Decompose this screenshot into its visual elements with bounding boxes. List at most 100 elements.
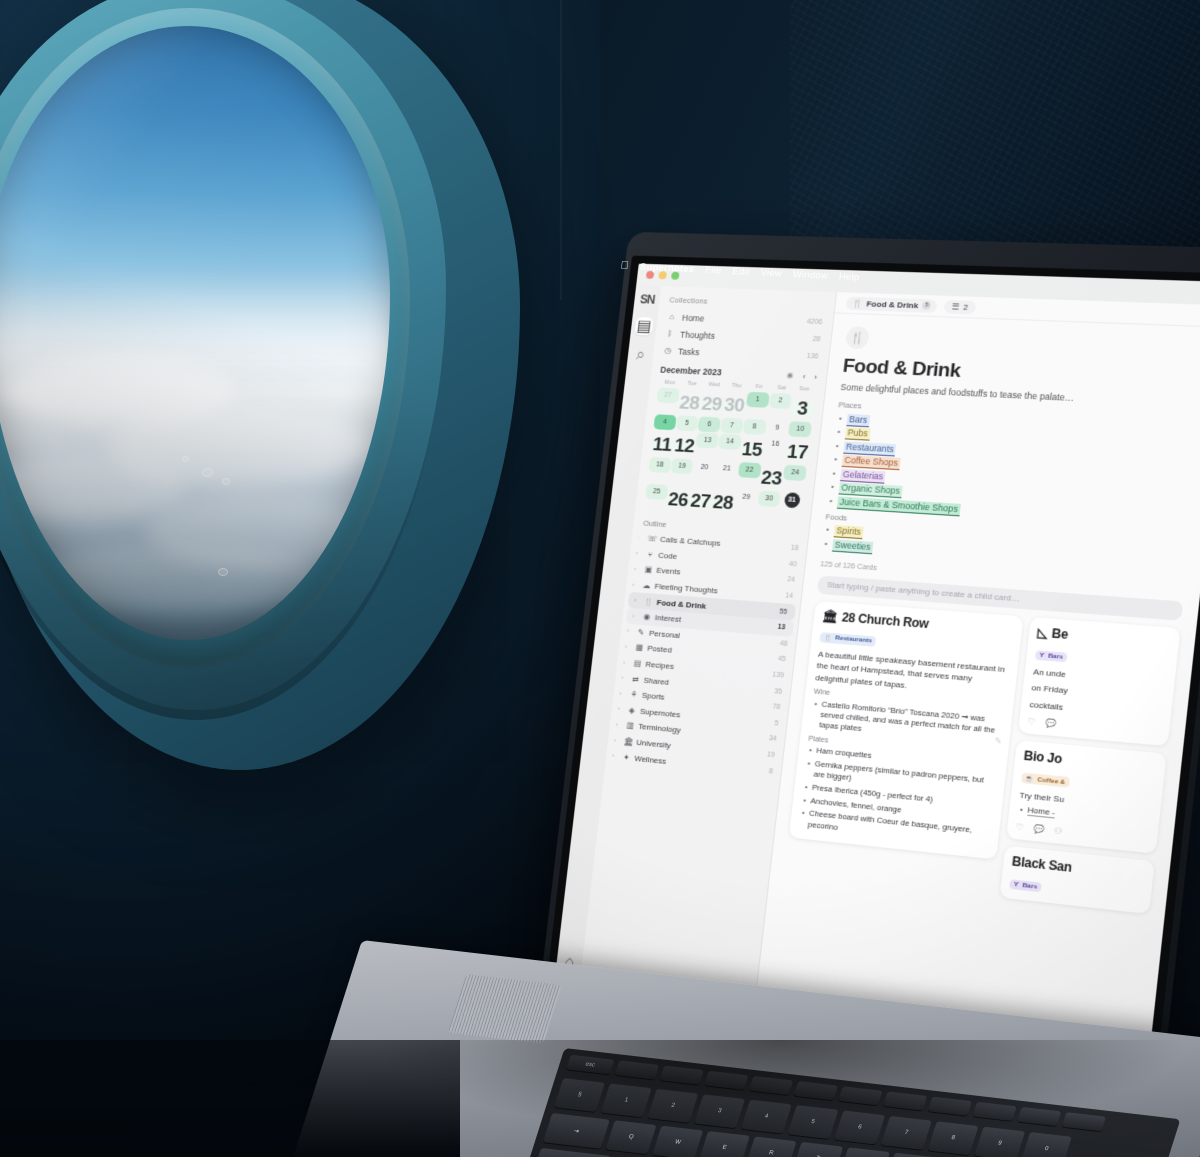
calendar-day-27[interactable]: 27 [688, 490, 712, 512]
calendar-day-17[interactable]: 17 [785, 441, 810, 463]
calendar-day-15[interactable]: 15 [740, 438, 764, 461]
link-sweeties[interactable]: Sweeties [831, 538, 874, 554]
menu-item-supernotes[interactable]: Supernotes [639, 261, 695, 275]
calendar-day-11[interactable]: 11 [650, 434, 674, 456]
calendar-day-19[interactable]: 19 [670, 458, 694, 475]
chevron-right-icon[interactable]: › [619, 690, 626, 697]
chevron-right-icon[interactable]: › [632, 613, 639, 619]
calendar-day-25[interactable]: 25 [645, 483, 669, 500]
calendar-day-30[interactable]: 30 [722, 394, 746, 416]
tag-label: Bars [1047, 651, 1064, 661]
chevron-right-icon[interactable]: › [634, 566, 641, 572]
tag-icon: Ƴ [1013, 880, 1020, 889]
supernotes-logo[interactable]: SN [639, 292, 655, 306]
calendar-day-18[interactable]: 18 [648, 456, 672, 474]
calendar-day-6[interactable]: 6 [697, 416, 721, 433]
chevron-right-icon[interactable]: › [617, 706, 624, 713]
chevron-right-icon[interactable]: › [612, 753, 619, 760]
card-tag[interactable]: Ƴ Bars [1009, 878, 1043, 892]
calendar-day-23[interactable]: 23 [759, 467, 784, 489]
chevron-right-icon[interactable]: › [616, 722, 623, 729]
calendar-day-22[interactable]: 22 [737, 462, 762, 479]
calendar-day-28[interactable]: 28 [711, 491, 735, 514]
calendar-day-5[interactable]: 5 [675, 415, 699, 432]
like-icon[interactable]: ♡ [1016, 822, 1025, 832]
calendar-day-26[interactable]: 26 [666, 489, 690, 511]
breadcrumb[interactable]: 🍴 Food & Drink 5 [845, 296, 938, 313]
calendar-day-30[interactable]: 30 [757, 490, 781, 508]
link-coffee-shops[interactable]: Coffee Shops [841, 454, 901, 471]
calendar-day-14[interactable]: 14 [718, 433, 742, 450]
calendar-prev-button[interactable]: ‹ [802, 372, 806, 381]
link-pubs[interactable]: Pubs [844, 427, 871, 441]
calendar-day-13[interactable]: 13 [695, 432, 720, 449]
calendar: December 2023 ☀ ‹ › Mon Tue Wed Thu Fri Sat Su… [635, 358, 828, 523]
calendar-day-10[interactable]: 10 [788, 421, 812, 438]
calendar-nav: ☀ ‹ › [786, 371, 818, 381]
card-tag[interactable]: Ƴ Bars [1034, 649, 1068, 662]
chevron-right-icon[interactable]: › [623, 659, 630, 665]
calendar-day-1[interactable]: 1 [745, 391, 770, 408]
calendar-day-29[interactable]: 29 [735, 489, 758, 505]
comment-icon[interactable]: 💬 [1045, 718, 1057, 728]
calendar-day-29[interactable]: 29 [700, 393, 724, 415]
calendar-day-28[interactable]: 28 [677, 392, 701, 414]
chevron-right-icon[interactable]: › [634, 597, 641, 603]
edit-pencil-icon[interactable]: ✎ [994, 736, 1002, 746]
calendar-day-9[interactable]: 9 [765, 420, 789, 436]
composer-placeholder: Start typing / paste anything to create … [826, 580, 1021, 604]
calendar-day-27[interactable]: 27 [656, 387, 680, 404]
outline-item-count: 19 [766, 751, 775, 760]
calendar-day-31[interactable]: 31 [783, 492, 801, 509]
calendar-day-12[interactable]: 12 [672, 435, 696, 457]
chevron-right-icon[interactable]: › [621, 675, 628, 682]
link-restaurants[interactable]: Restaurants [843, 440, 897, 456]
comment-icon[interactable]: 💬 [1033, 824, 1045, 835]
chevron-right-icon[interactable]: › [632, 582, 639, 588]
card[interactable]: ◺ Be Ƴ Bars An unde on Friday cocktails ♡ 💬 [1017, 616, 1181, 747]
chevron-right-icon[interactable]: › [614, 737, 621, 744]
search-icon[interactable]: ⌕ [631, 347, 650, 366]
chevron-right-icon[interactable]: › [625, 644, 632, 650]
link-gelaterias[interactable]: Gelaterias [840, 468, 886, 484]
link-bars[interactable]: Bars [846, 413, 871, 427]
home-icon: ⌂ [669, 312, 675, 322]
card[interactable]: 🏛 28 Church Row 🍴 Restaurants A beautiful li… [788, 600, 1024, 860]
page-icon[interactable]: 🍴 [844, 326, 871, 350]
outline-item-icon: ▥ [625, 721, 634, 731]
calendar-day-2[interactable]: 2 [768, 392, 793, 409]
calendar-day-24[interactable]: 24 [783, 464, 807, 482]
link-spirits[interactable]: Spirits [833, 524, 864, 540]
calendar-day-4[interactable]: 4 [653, 414, 677, 431]
collection-label: Tasks [677, 345, 701, 357]
theme-toggle-icon[interactable]: ☀ [786, 371, 794, 380]
calendar-day-16[interactable]: 16 [764, 436, 788, 452]
calendar-day-3[interactable]: 3 [790, 398, 815, 419]
outline-item-label: Code [657, 550, 678, 561]
chevron-right-icon[interactable]: › [636, 551, 643, 557]
menu-item-help[interactable]: Help [838, 271, 860, 283]
filter-button[interactable]: ☰ 2 [943, 299, 977, 314]
like-icon[interactable]: ♡ [1027, 717, 1036, 727]
outline-item-icon: ✦ [622, 752, 630, 762]
menu-item-file[interactable]: File [705, 264, 722, 276]
chevron-right-icon[interactable]: · [637, 535, 644, 541]
card[interactable]: Black San Ƴ Bars [999, 845, 1155, 914]
calendar-day-7[interactable]: 7 [720, 417, 744, 434]
card-tag[interactable]: ☕ Coffee & [1020, 772, 1071, 789]
menu-item-edit[interactable]: Edit [732, 266, 750, 278]
menu-item-window[interactable]: Window [792, 269, 828, 282]
calendar-next-button[interactable]: › [814, 372, 818, 381]
more-icon[interactable]: ⚇ [1054, 826, 1063, 836]
apple-menu-icon[interactable]:  [620, 259, 630, 271]
calendar-day-20[interactable]: 20 [693, 459, 716, 475]
menu-item-view[interactable]: View [760, 267, 782, 279]
chevron-right-icon[interactable]: › [626, 628, 633, 634]
outline-item-icon: ⇄ [631, 674, 640, 684]
cards-view-icon[interactable]: ▤ [634, 316, 654, 336]
weekday-tue: Tue [686, 380, 697, 388]
calendar-day-21[interactable]: 21 [715, 461, 738, 477]
card-tag[interactable]: 🍴 Restaurants [819, 631, 877, 647]
card[interactable]: Bio Jo☕Coffee & Try their SuHome -♡💬⚇ [1006, 740, 1167, 854]
calendar-day-8[interactable]: 8 [742, 418, 767, 436]
